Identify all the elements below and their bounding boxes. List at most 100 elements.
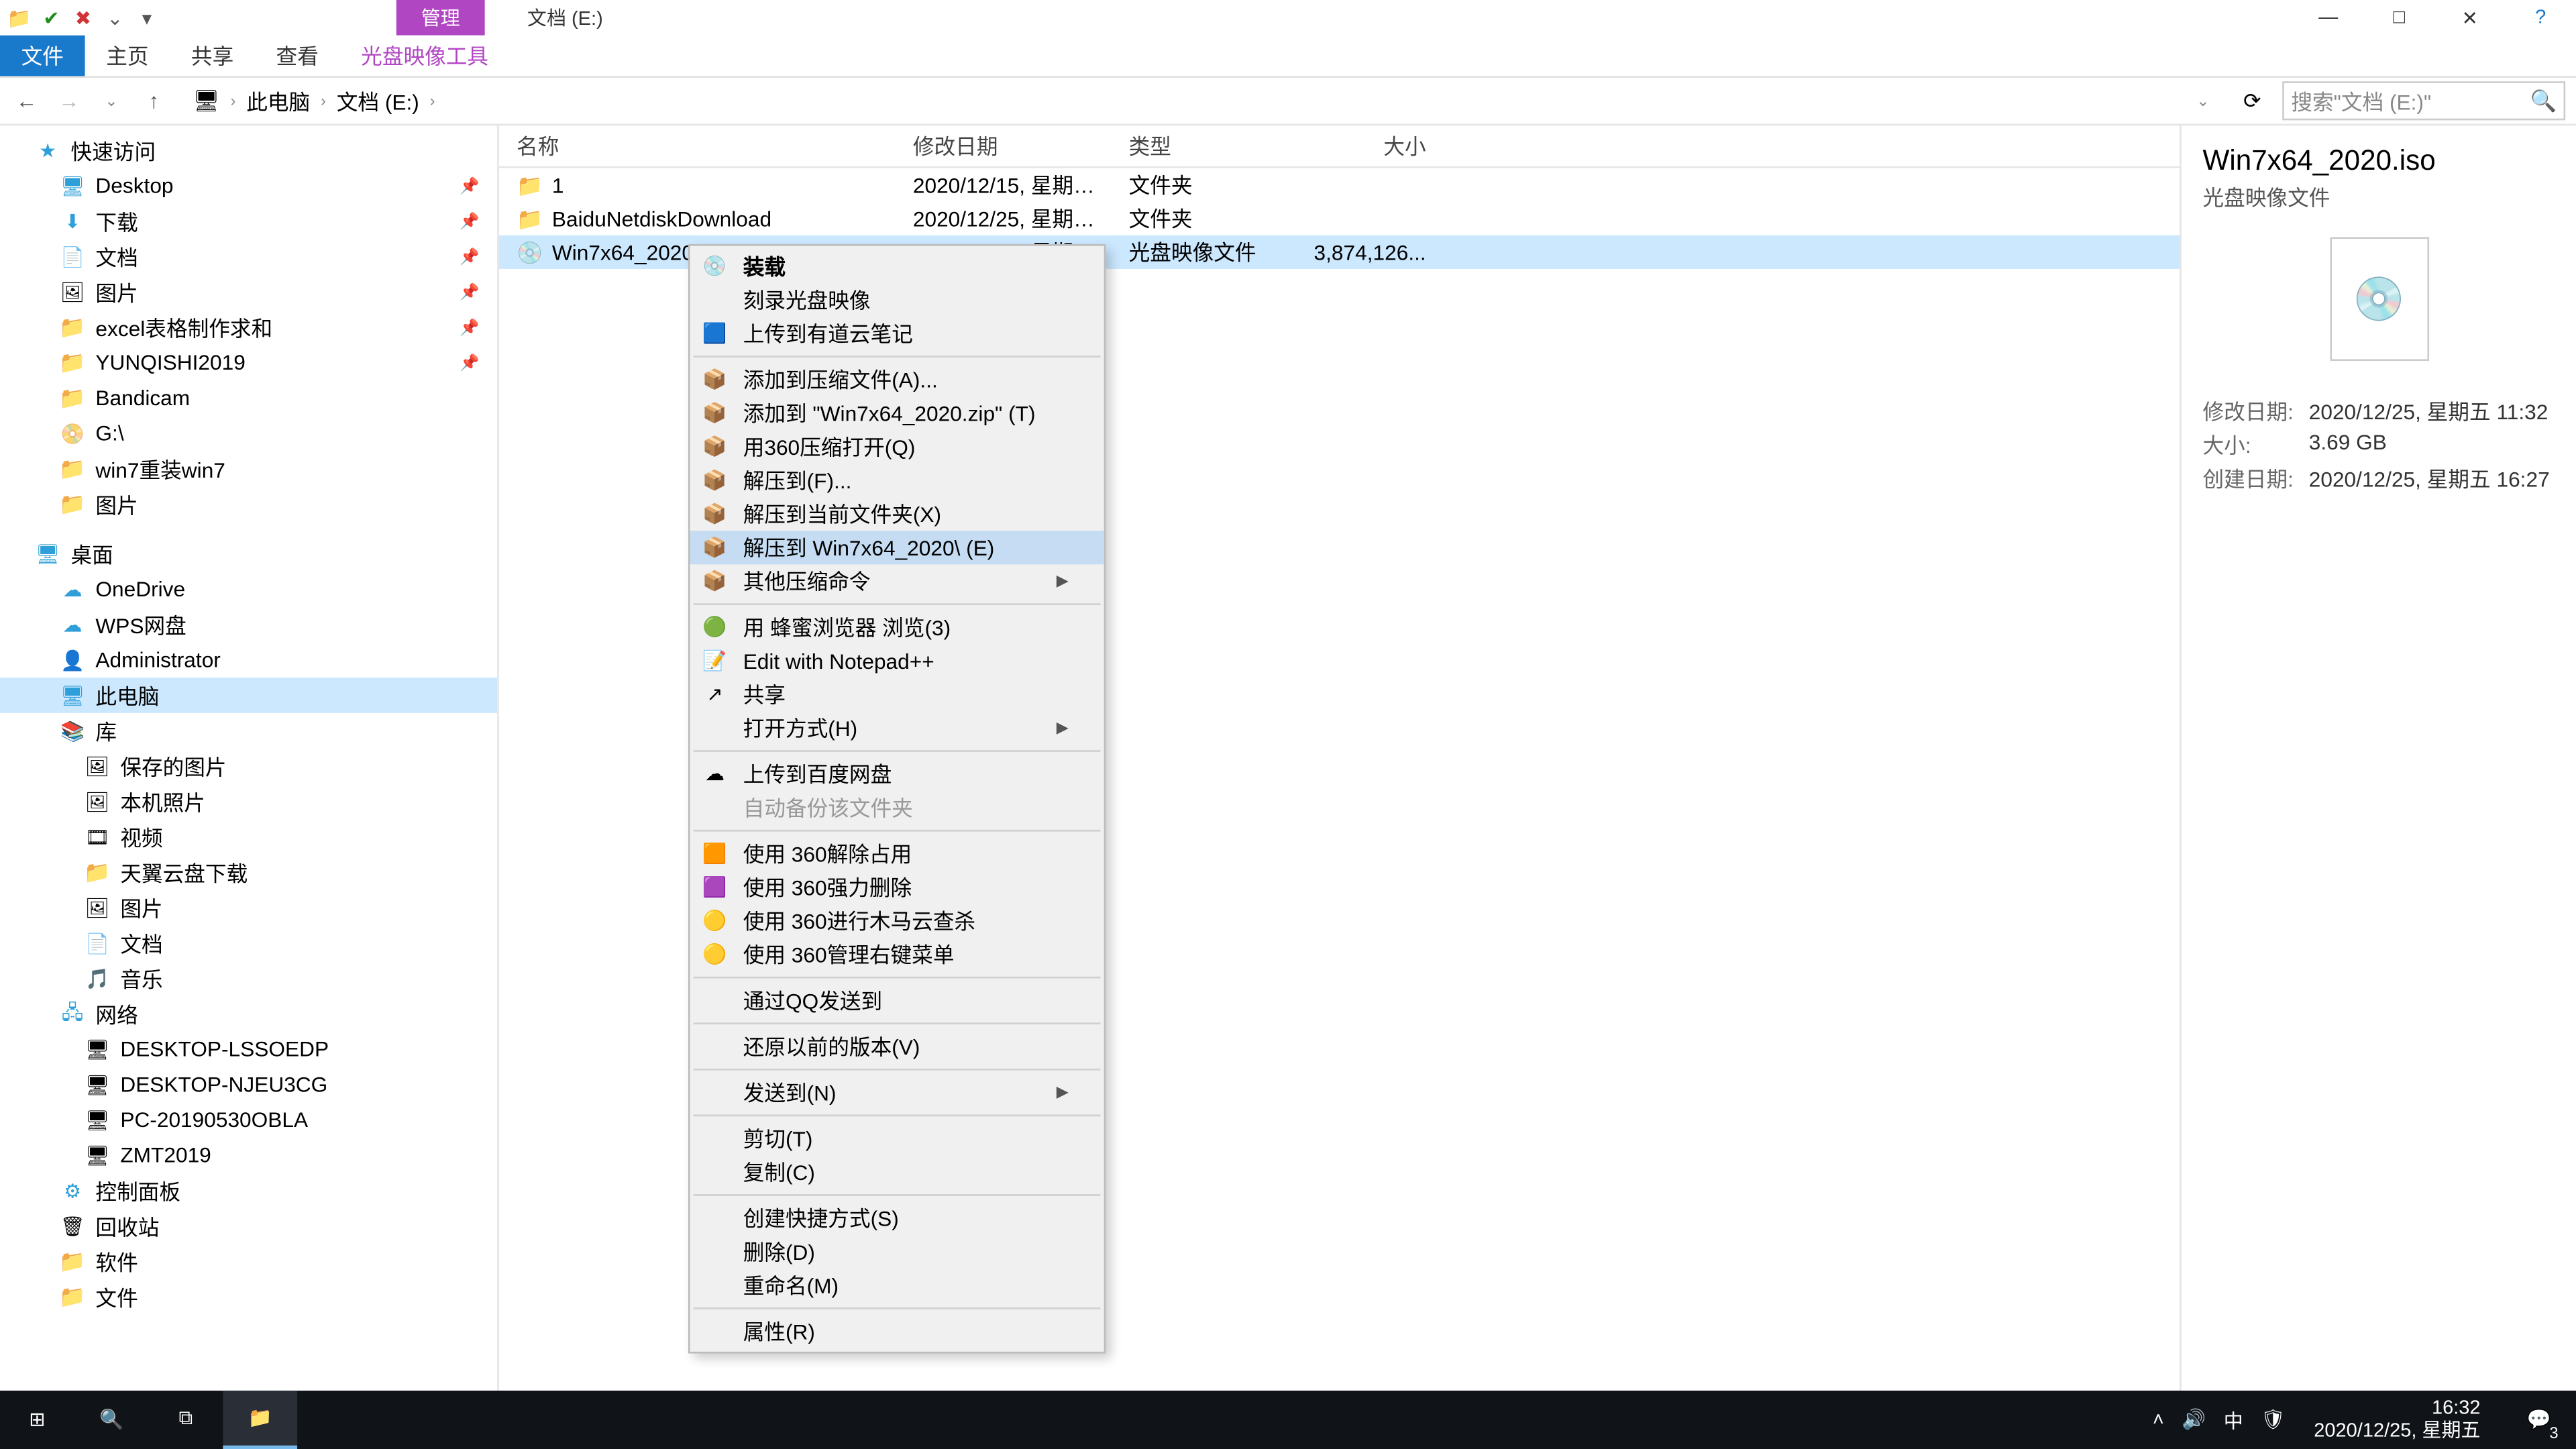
notification-button[interactable]: 💬3 bbox=[2509, 1391, 2569, 1449]
tab-iso-tools[interactable]: 光盘映像工具 bbox=[340, 36, 510, 76]
nav-tianyi[interactable]: 天翼云盘下载 bbox=[0, 855, 497, 890]
nav-network[interactable]: 网络 bbox=[0, 996, 497, 1032]
menu-item[interactable]: 发送到(N)▶ bbox=[690, 1076, 1104, 1110]
nav-software[interactable]: 软件 bbox=[0, 1244, 497, 1279]
search-input[interactable]: 搜索"文档 (E:)" 🔍 bbox=[2282, 81, 2565, 120]
nav-music[interactable]: 音乐 bbox=[0, 961, 497, 996]
maximize-button[interactable]: □ bbox=[2364, 0, 2434, 36]
menu-item[interactable]: 删除(D) bbox=[690, 1235, 1104, 1269]
volume-icon[interactable]: 🔊 bbox=[2182, 1408, 2206, 1431]
file-row[interactable]: 📁12020/12/15, 星期二 1...文件夹 bbox=[499, 168, 2180, 202]
nav-savedpics[interactable]: 保存的图片 bbox=[0, 749, 497, 784]
delete-icon[interactable]: ✖ bbox=[70, 5, 95, 30]
breadcrumb-root[interactable]: 此电脑 bbox=[246, 86, 310, 116]
chevron-right-icon[interactable]: › bbox=[430, 92, 435, 109]
menu-item[interactable]: 🟦上传到有道云笔记 bbox=[690, 317, 1104, 350]
col-date[interactable]: 修改日期 bbox=[896, 131, 1112, 161]
nav-desktop-section[interactable]: 桌面 bbox=[0, 536, 497, 572]
menu-item[interactable]: 🟢用 蜂蜜浏览器 浏览(3) bbox=[690, 610, 1104, 644]
menu-item[interactable]: 📦添加到压缩文件(A)... bbox=[690, 363, 1104, 396]
menu-item[interactable]: 通过QQ发送到 bbox=[690, 983, 1104, 1017]
tab-view[interactable]: 查看 bbox=[255, 36, 340, 76]
clock[interactable]: 16:32 2020/12/25, 星期五 bbox=[2303, 1399, 2491, 1442]
nav-pc3[interactable]: PC-20190530OBLA bbox=[0, 1102, 497, 1138]
nav-gdrive[interactable]: G:\ bbox=[0, 416, 497, 451]
search-button[interactable]: 🔍 bbox=[74, 1391, 149, 1449]
menu-item[interactable]: 重命名(M) bbox=[690, 1269, 1104, 1302]
menu-item[interactable]: 属性(R) bbox=[690, 1315, 1104, 1348]
col-type[interactable]: 类型 bbox=[1111, 131, 1291, 161]
menu-item[interactable]: 📦解压到 Win7x64_2020\ (E) bbox=[690, 531, 1104, 564]
nav-onedrive[interactable]: OneDrive bbox=[0, 572, 497, 607]
refresh-button[interactable]: ⟳ bbox=[2233, 89, 2271, 113]
col-size[interactable]: 大小 bbox=[1291, 131, 1444, 161]
nav-admin[interactable]: Administrator bbox=[0, 642, 497, 678]
system-tray[interactable]: ˄ 🔊 中 🛡 16:32 2020/12/25, 星期五 💬3 bbox=[2153, 1391, 2576, 1449]
menu-item[interactable]: ☁上传到百度网盘 bbox=[690, 757, 1104, 791]
nav-downloads[interactable]: 下载📌 bbox=[0, 203, 497, 239]
security-icon[interactable]: 🛡 bbox=[2261, 1408, 2286, 1431]
menu-item[interactable]: 剪切(T) bbox=[690, 1122, 1104, 1155]
start-button[interactable]: ⊞ bbox=[0, 1391, 74, 1449]
menu-item[interactable]: 创建快捷方式(S) bbox=[690, 1201, 1104, 1235]
tray-overflow-icon[interactable]: ˄ bbox=[2153, 1409, 2164, 1431]
explorer-taskbar-button[interactable]: 📁 bbox=[223, 1391, 297, 1449]
nav-cpanel[interactable]: 控制面板 bbox=[0, 1173, 497, 1209]
nav-files[interactable]: 文件 bbox=[0, 1279, 497, 1315]
qat-overflow-icon[interactable]: ▾ bbox=[134, 5, 159, 30]
nav-this-pc[interactable]: 此电脑 bbox=[0, 678, 497, 713]
close-button[interactable]: ✕ bbox=[2434, 0, 2505, 36]
nav-cameraroll[interactable]: 本机照片 bbox=[0, 784, 497, 819]
nav-bandicam[interactable]: Bandicam bbox=[0, 380, 497, 416]
nav-pictures2[interactable]: 图片 bbox=[0, 486, 497, 522]
nav-pictures3[interactable]: 图片 bbox=[0, 890, 497, 926]
chevron-right-icon[interactable]: › bbox=[321, 92, 326, 109]
menu-item[interactable]: 还原以前的版本(V) bbox=[690, 1030, 1104, 1063]
nav-pc1[interactable]: DESKTOP-LSSOEDP bbox=[0, 1032, 497, 1067]
menu-item[interactable]: 📝Edit with Notepad++ bbox=[690, 644, 1104, 678]
nav-desktop[interactable]: Desktop📌 bbox=[0, 168, 497, 204]
ime-indicator[interactable]: 中 bbox=[2224, 1405, 2243, 1434]
nav-recycle[interactable]: 回收站 bbox=[0, 1208, 497, 1244]
nav-documents[interactable]: 文档📌 bbox=[0, 239, 497, 274]
nav-documents2[interactable]: 文档 bbox=[0, 925, 497, 961]
search-icon[interactable]: 🔍 bbox=[2530, 89, 2557, 113]
menu-item[interactable]: 🟪使用 360强力删除 bbox=[690, 871, 1104, 904]
chevron-down-icon[interactable]: ⌄ bbox=[2196, 91, 2210, 111]
column-headers[interactable]: 名称 修改日期 类型 大小 bbox=[499, 125, 2180, 168]
dropdown-icon[interactable]: ⌄ bbox=[103, 5, 127, 30]
help-button[interactable]: ? bbox=[2506, 0, 2576, 36]
menu-item[interactable]: 💿装载 bbox=[690, 250, 1104, 283]
back-button[interactable]: ← bbox=[11, 89, 42, 113]
menu-item[interactable]: 📦添加到 "Win7x64_2020.zip" (T) bbox=[690, 396, 1104, 430]
menu-item[interactable]: 🟡使用 360管理右键菜单 bbox=[690, 938, 1104, 971]
chevron-right-icon[interactable]: › bbox=[230, 92, 235, 109]
forward-button[interactable]: → bbox=[53, 89, 85, 113]
menu-item[interactable]: 🟧使用 360解除占用 bbox=[690, 837, 1104, 870]
menu-item[interactable]: 📦解压到(F)... bbox=[690, 464, 1104, 497]
nav-quick-access[interactable]: ★快速访问 bbox=[0, 133, 497, 168]
tab-share[interactable]: 共享 bbox=[170, 36, 255, 76]
tab-file[interactable]: 文件 bbox=[0, 36, 85, 76]
tab-home[interactable]: 主页 bbox=[85, 36, 170, 76]
menu-item[interactable]: 📦用360压缩打开(Q) bbox=[690, 430, 1104, 464]
menu-item[interactable]: 🟡使用 360进行木马云查杀 bbox=[690, 904, 1104, 938]
menu-item[interactable]: 📦解压到当前文件夹(X) bbox=[690, 497, 1104, 531]
taskview-button[interactable]: ⧉ bbox=[149, 1391, 223, 1449]
nav-yunqishi[interactable]: YUNQISHI2019📌 bbox=[0, 345, 497, 380]
file-row[interactable]: 📁BaiduNetdiskDownload2020/12/25, 星期五 1..… bbox=[499, 202, 2180, 235]
nav-wps[interactable]: WPS网盘 bbox=[0, 607, 497, 643]
recent-dropdown[interactable]: ⌄ bbox=[95, 91, 127, 111]
nav-pc4[interactable]: ZMT2019 bbox=[0, 1138, 497, 1173]
nav-win7re[interactable]: win7重装win7 bbox=[0, 451, 497, 487]
breadcrumb-location[interactable]: 文档 (E:) bbox=[337, 86, 419, 116]
menu-item[interactable]: 📦其他压缩命令▶ bbox=[690, 564, 1104, 598]
menu-item[interactable]: 刻录光盘映像 bbox=[690, 283, 1104, 317]
up-button[interactable]: ↑ bbox=[138, 89, 170, 113]
navigation-tree[interactable]: ★快速访问 Desktop📌 下载📌 文档📌 图片📌 excel表格制作求和📌 … bbox=[0, 125, 499, 1410]
menu-item[interactable]: 复制(C) bbox=[690, 1155, 1104, 1189]
nav-excel[interactable]: excel表格制作求和📌 bbox=[0, 310, 497, 345]
nav-pc2[interactable]: DESKTOP-NJEU3CG bbox=[0, 1067, 497, 1102]
col-name[interactable]: 名称 bbox=[499, 131, 896, 161]
nav-pictures[interactable]: 图片📌 bbox=[0, 274, 497, 310]
